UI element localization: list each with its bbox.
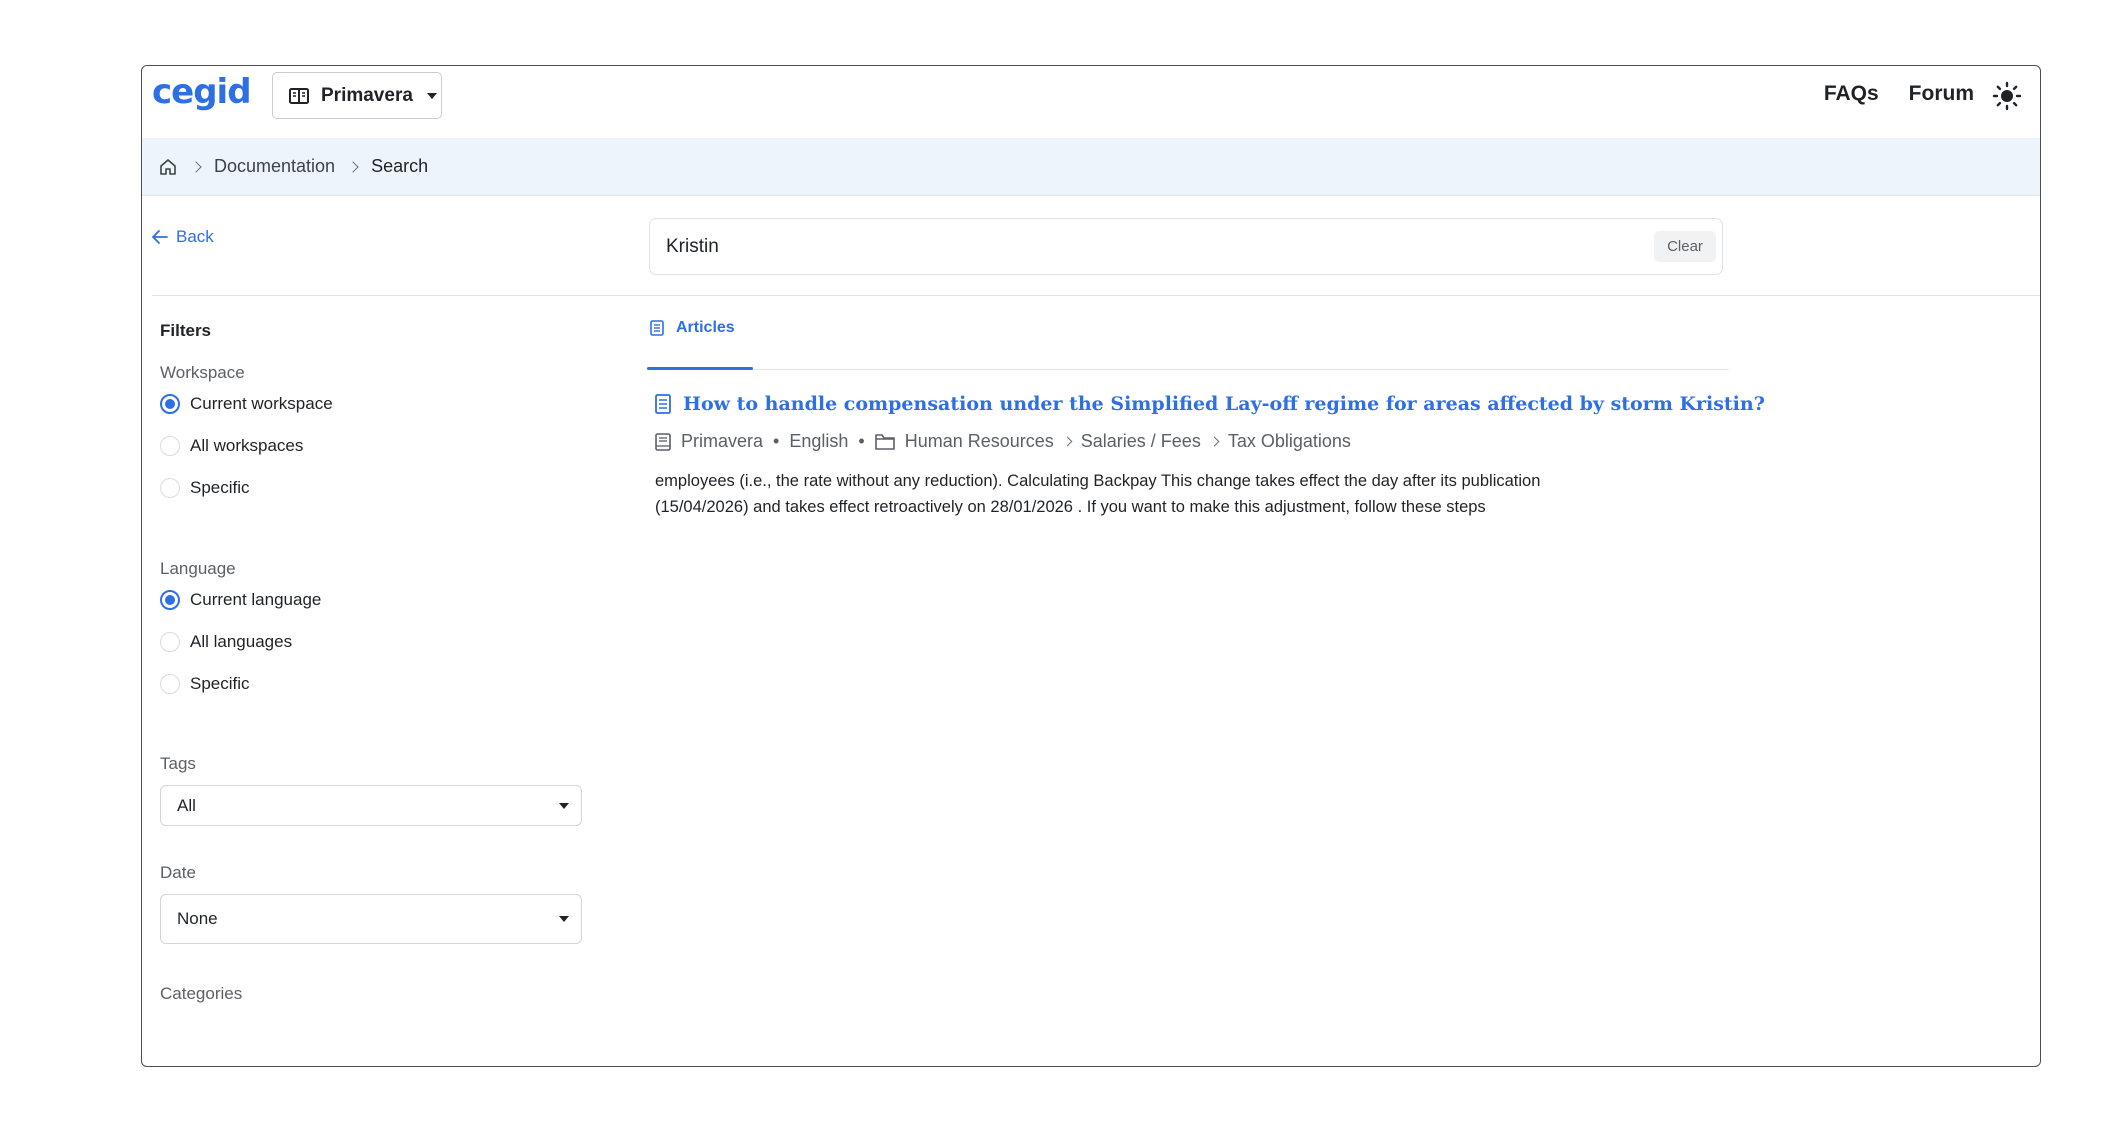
clear-search-button[interactable]: Clear: [1654, 231, 1716, 262]
radio-current-workspace[interactable]: Current workspace: [160, 394, 333, 414]
radio-all-languages[interactable]: All languages: [160, 632, 292, 652]
home-icon[interactable]: [158, 157, 178, 177]
chevron-right-icon: [347, 160, 359, 173]
document-icon: [655, 394, 671, 414]
back-link[interactable]: Back: [152, 227, 214, 247]
tags-select-value: All: [177, 795, 196, 815]
top-header: cegid Primavera FAQs Forum: [142, 66, 2040, 138]
tags-filter-label: Tags: [160, 754, 196, 773]
breadcrumb: Documentation Search: [142, 138, 2040, 196]
cegid-logo[interactable]: cegid: [152, 72, 252, 112]
folder-icon: [874, 433, 895, 450]
chevron-right-icon: [1062, 436, 1073, 447]
radio-button-selected[interactable]: [160, 394, 180, 414]
date-filter-label: Date: [160, 863, 196, 882]
book-icon: [655, 432, 671, 451]
result-path-item[interactable]: Tax Obligations: [1228, 431, 1351, 452]
radio-label: Specific: [190, 478, 250, 497]
workspace-selector-button[interactable]: Primavera: [272, 72, 442, 119]
date-select[interactable]: None: [160, 894, 582, 944]
nav-faqs-link[interactable]: FAQs: [1824, 82, 1879, 106]
tab-articles-label: Articles: [676, 319, 735, 336]
nav-forum-link[interactable]: Forum: [1909, 82, 1974, 106]
tab-articles[interactable]: Articles: [650, 319, 735, 337]
active-tab-indicator: [647, 367, 753, 370]
caret-down-icon: [426, 92, 437, 99]
book-open-icon: [289, 87, 309, 104]
radio-label: Specific: [190, 674, 250, 693]
arrow-left-icon: [152, 230, 168, 244]
divider: [152, 295, 2040, 296]
breadcrumb-search: Search: [371, 156, 429, 176]
radio-button-selected[interactable]: [160, 590, 180, 610]
radio-all-workspaces[interactable]: All workspaces: [160, 436, 303, 456]
document-icon: [650, 320, 664, 336]
radio-label: Current language: [190, 590, 322, 609]
app-window: cegid Primavera FAQs Forum Documentation…: [141, 65, 2041, 1067]
result-meta: Primavera • English • Human Resources Sa…: [655, 431, 1351, 452]
radio-specific-language[interactable]: Specific: [160, 674, 250, 694]
top-nav: FAQs Forum: [1824, 82, 1974, 106]
snippet-line: (15/04/2026) and takes effect retroactiv…: [655, 498, 1486, 516]
radio-current-language[interactable]: Current language: [160, 590, 321, 610]
radio-specific-workspace[interactable]: Specific: [160, 478, 250, 498]
tab-divider: [647, 369, 1729, 370]
result-path-item[interactable]: Salaries / Fees: [1081, 431, 1201, 452]
date-select-value: None: [177, 909, 218, 928]
sun-icon[interactable]: [1992, 81, 2022, 111]
snippet-line: employees (i.e., the rate without any re…: [655, 472, 1541, 490]
back-label: Back: [176, 227, 214, 246]
chevron-right-icon: [190, 160, 202, 173]
result-language: English: [789, 431, 849, 451]
radio-button[interactable]: [160, 632, 180, 652]
breadcrumb-documentation[interactable]: Documentation: [214, 156, 335, 177]
radio-label: All workspaces: [190, 436, 304, 455]
result-snippet: employees (i.e., the rate without any re…: [655, 468, 1735, 520]
workspace-filter-label: Workspace: [160, 363, 245, 382]
tags-select[interactable]: All: [160, 785, 582, 826]
radio-label: Current workspace: [190, 394, 333, 413]
language-filter-label: Language: [160, 559, 236, 578]
caret-down-icon: [559, 802, 569, 809]
result-title-link[interactable]: How to handle compensation under the Sim…: [655, 393, 1765, 415]
filters-title: Filters: [160, 321, 212, 340]
result-workspace: Primavera: [681, 431, 764, 451]
chevron-right-icon: [1209, 436, 1220, 447]
result-title: How to handle compensation under the Sim…: [683, 393, 1765, 415]
radio-button[interactable]: [160, 436, 180, 456]
radio-button[interactable]: [160, 478, 180, 498]
radio-button[interactable]: [160, 674, 180, 694]
result-path-item[interactable]: Human Resources: [905, 431, 1054, 452]
workspace-selector-label: Primavera: [321, 84, 413, 106]
categories-filter-label: Categories: [160, 984, 243, 1003]
caret-down-icon: [559, 916, 569, 922]
search-bar: Clear: [649, 218, 1723, 275]
search-input[interactable]: [666, 231, 1586, 263]
radio-label: All languages: [190, 632, 293, 651]
